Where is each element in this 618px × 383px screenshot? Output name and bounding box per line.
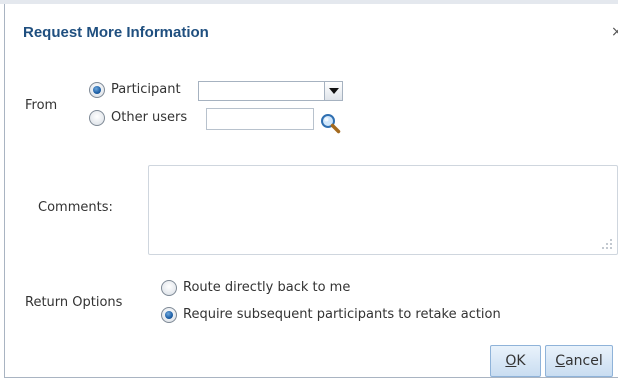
cancel-button-label: ancel (565, 353, 603, 369)
resize-grip-icon[interactable] (601, 238, 613, 250)
ok-access-key: O (505, 353, 517, 369)
close-icon[interactable]: × (611, 24, 618, 40)
from-label: From (25, 98, 58, 113)
ok-button[interactable]: OK (490, 345, 541, 377)
search-icon[interactable] (319, 112, 341, 134)
comments-textarea[interactable] (148, 165, 618, 255)
cancel-button[interactable]: Cancel (545, 345, 613, 377)
route-back-radio[interactable] (161, 280, 177, 296)
return-options-label: Return Options (25, 295, 123, 310)
comments-label: Comments: (38, 200, 113, 215)
cancel-access-key: C (555, 353, 566, 369)
other-users-radio[interactable] (89, 110, 105, 126)
other-users-radio-label[interactable]: Other users (111, 110, 187, 125)
route-back-radio-label[interactable]: Route directly back to me (183, 280, 350, 295)
dialog-title: Request More Information (23, 24, 209, 41)
participant-radio[interactable] (89, 82, 105, 98)
chevron-down-icon[interactable] (324, 82, 342, 100)
require-retake-radio[interactable] (161, 307, 177, 323)
request-more-information-dialog: Request More Information × From Particip… (4, 4, 618, 378)
participant-radio-label[interactable]: Participant (111, 82, 181, 97)
other-users-input[interactable] (206, 108, 314, 130)
ok-button-label: K (516, 353, 526, 369)
require-retake-radio-label[interactable]: Require subsequent participants to retak… (183, 307, 501, 322)
participant-select[interactable] (198, 81, 343, 101)
